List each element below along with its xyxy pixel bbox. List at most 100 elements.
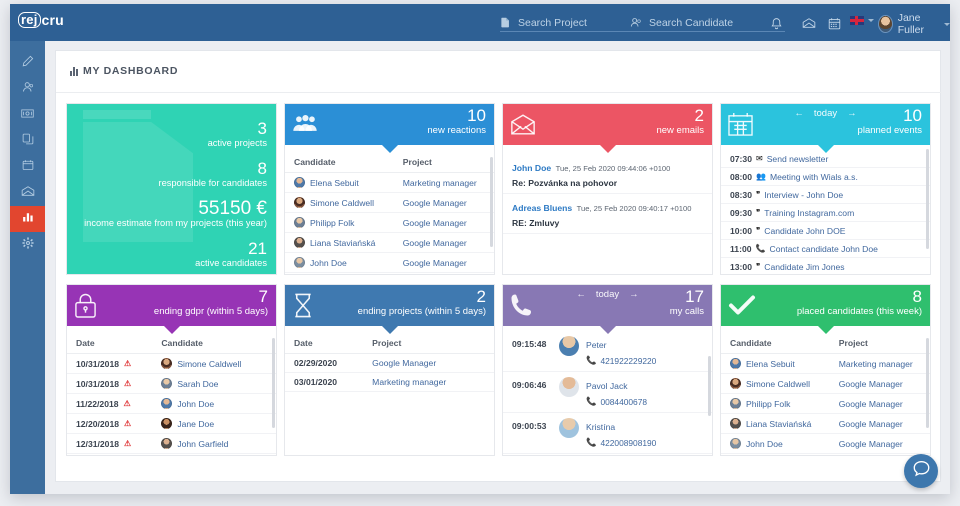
sidebar-item-mail[interactable] [10,180,45,206]
user-menu[interactable]: Jane Fuller [878,12,950,36]
table-row[interactable]: John Doe Google Manager [285,252,494,273]
table-row[interactable]: 12/31/2018 ⚠ John Garfield [67,433,276,454]
today-label[interactable]: today [814,108,837,119]
call-number[interactable]: 0084400678 [600,397,647,407]
overview-value: 8 [257,159,267,178]
scrollbar[interactable] [926,338,929,428]
project-name[interactable]: Marketing manager [363,372,494,392]
sidebar-item-edit[interactable] [10,50,45,76]
sidebar-item-finance[interactable] [10,102,45,128]
next-day-button[interactable]: → [847,108,857,119]
call-number[interactable]: 421922229220 [600,356,656,366]
project-name[interactable]: Google Manager [393,252,494,273]
table-row[interactable]: Simone Caldwell Google Manager [285,192,494,213]
table-row[interactable]: 10/31/2018 ⚠ Simone Caldwell [67,353,276,374]
caller-name[interactable]: Pavol Jack [586,381,628,391]
caller-name[interactable]: Peter [586,340,607,350]
table-row[interactable]: Simone Caldwell Google Manager [721,373,930,394]
caller-name[interactable]: Kristína [586,422,615,432]
event-title[interactable]: Candidate Jim Jones [764,262,844,272]
chat-bubble-button[interactable] [904,454,938,488]
event-title[interactable]: Send newsletter [767,154,829,164]
sidebar-item-settings[interactable] [10,232,45,258]
project-name[interactable]: Marketing manager [829,353,930,374]
email-sender[interactable]: Adreas Bluens [512,203,572,213]
email-sender[interactable]: John Doe [512,163,551,173]
sidebar-item-dashboard[interactable] [10,206,45,232]
call-number[interactable]: 422008908190 [600,438,656,448]
quote-icon: ❞ [755,262,761,271]
avatar [730,398,741,409]
table-row[interactable]: Philipp Folk Google Manager [285,212,494,233]
search-project-input[interactable]: Search Project [500,14,630,32]
card-body: Candidate Project Elena Sebuit Marketing … [285,145,494,274]
project-name[interactable]: Marketing manager [393,172,494,193]
table-row[interactable]: Philipp Folk Google Manager [721,393,930,414]
scrollbar[interactable] [708,356,711,416]
project-name[interactable]: Google Manager [393,212,494,233]
prev-day-button[interactable]: ← [794,108,804,119]
scrollbar[interactable] [272,338,275,428]
event-title[interactable]: Training Instagram.com [764,208,854,218]
table-row[interactable]: 03/01/2020 Marketing manager [285,372,494,392]
list-item[interactable]: 07:30 ✉ Send newsletter [721,150,930,168]
project-name[interactable]: Google Manager [829,373,930,394]
card-label: new reactions [427,125,486,136]
calendar-icon[interactable] [825,14,843,32]
list-item[interactable]: 08:00 👥 Meeting with Wials a.s. [721,168,930,186]
list-item[interactable]: 09:15:48 Peter 📞 421922229220 [503,331,712,372]
list-item[interactable]: 08:30 ❞ Interview - John Doe [721,186,930,204]
list-item[interactable]: 09:06:46 Pavol Jack 📞 0084400678 [503,372,712,413]
project-name[interactable]: Google Manager [363,353,494,373]
table-row[interactable]: 11/22/2018 ⚠ John Doe [67,393,276,414]
next-day-button[interactable]: → [629,289,639,300]
list-item[interactable]: 13:00 ❞ Candidate Jim Jones [721,258,930,274]
sidebar-item-documents[interactable] [10,128,45,154]
envelope-icon[interactable] [800,14,818,32]
table-row[interactable]: Elena Sebuit Marketing manager [285,172,494,193]
table-row[interactable]: Elena Sebuit Marketing manager [721,353,930,374]
app-logo[interactable]: rej cru [18,12,64,28]
table-row[interactable]: 02/29/2020 Google Manager [285,353,494,373]
project-name[interactable]: Google Manager [829,393,930,414]
list-item[interactable]: 11:00 📞 Contact candidate John Doe [721,240,930,258]
list-item[interactable]: 09:00:17 Petra 📞421908478219 [503,454,712,455]
overview-label: income estimate from my projects (this y… [84,218,267,228]
event-title[interactable]: Interview - John Doe [764,190,843,200]
table-row[interactable]: 10/31/2018 ⚠ Sarah Doe [67,373,276,394]
email-subject[interactable]: RE: Zmluvy [512,218,703,228]
list-item[interactable]: 10:00 ❞ Candidate John DOE [721,222,930,240]
scrollbar[interactable] [490,157,493,247]
banknote-icon [21,106,34,124]
sidebar-item-candidates[interactable] [10,76,45,102]
event-title[interactable]: Contact candidate John Doe [769,244,877,254]
project-name[interactable]: Google Manager [829,433,930,454]
project-name[interactable]: Google Manager [393,232,494,253]
gear-icon [21,236,34,254]
email-item[interactable]: Adreas Bluens Tue, 25 Feb 2020 09:40:17 … [503,194,712,234]
avatar [559,377,579,397]
table-row[interactable]: 12/20/2018 ⚠ Jane Doe [67,413,276,434]
email-subject[interactable]: Re: Pozvánka na pohovor [512,178,703,188]
language-selector[interactable] [850,16,874,25]
list-item[interactable]: 09:00:53 Kristína 📞 422008908190 [503,413,712,454]
email-item[interactable]: John Doe Tue, 25 Feb 2020 09:44:06 +0100… [503,154,712,194]
prev-day-button[interactable]: ← [576,289,586,300]
avatar [730,358,741,369]
bell-icon[interactable] [767,14,785,32]
event-title[interactable]: Candidate John DOE [764,226,845,236]
project-name[interactable]: Google Manager [829,413,930,434]
card-body: Candidate Project Elena Sebuit Marketing … [721,326,930,455]
today-label[interactable]: today [596,289,619,300]
column-header: Candidate [721,335,830,354]
sidebar-item-calendar[interactable] [10,154,45,180]
scrollbar[interactable] [926,149,929,249]
overview-row: 3 active projects [67,119,276,149]
list-item[interactable]: 09:30 ❞ Training Instagram.com [721,204,930,222]
table-row[interactable]: Liana Staviańská Google Manager [285,232,494,253]
table-row[interactable]: John Doe Google Manager [721,433,930,454]
event-title[interactable]: Meeting with Wials a.s. [770,172,858,182]
table-row[interactable]: Liana Staviańská Google Manager [721,413,930,434]
project-name[interactable]: Google Manager [393,192,494,213]
search-candidate-input[interactable]: Search Candidate [630,14,785,32]
